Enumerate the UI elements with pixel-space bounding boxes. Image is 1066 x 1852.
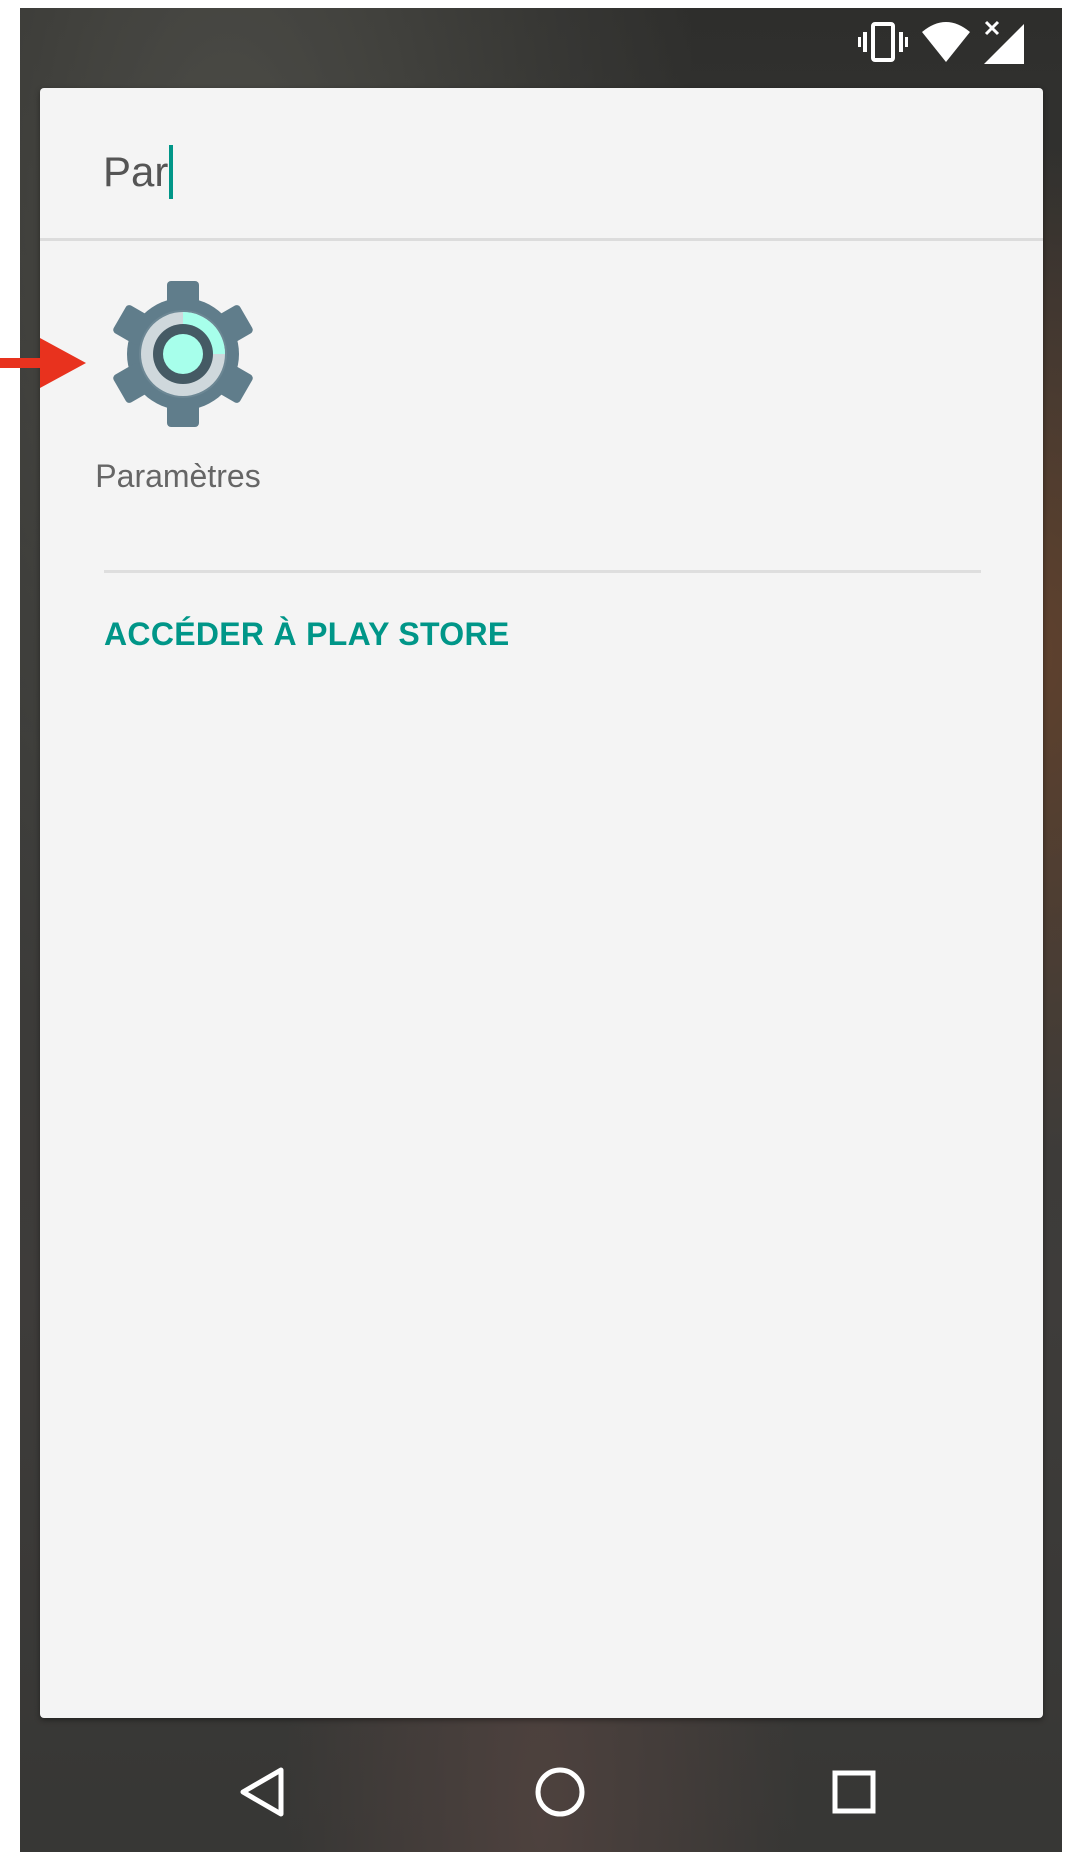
app-label: Paramètres — [95, 458, 261, 494]
wifi-icon — [922, 22, 970, 62]
settings-gear-icon — [113, 281, 253, 427]
results-divider — [104, 570, 981, 573]
status-bar — [20, 8, 1062, 80]
annotation-arrow-icon — [0, 338, 86, 388]
text-cursor — [169, 145, 174, 199]
device-screen: Par Paramètres ACCÉDER À PLAY STORE — [20, 8, 1062, 1852]
search-bar[interactable]: Par — [40, 88, 1043, 238]
search-divider — [40, 238, 1043, 241]
search-input[interactable]: Par — [103, 145, 174, 199]
search-query: Par — [103, 148, 169, 195]
home-icon[interactable] — [520, 1752, 600, 1832]
play-store-link[interactable]: ACCÉDER À PLAY STORE — [104, 616, 510, 653]
signal-no-data-icon — [984, 20, 1024, 64]
app-result-settings[interactable]: Paramètres — [90, 278, 266, 508]
recents-icon[interactable] — [814, 1752, 894, 1832]
navigation-bar — [20, 1732, 1062, 1852]
vibrate-icon — [858, 22, 908, 62]
search-panel: Par Paramètres ACCÉDER À PLAY STORE — [40, 88, 1043, 1718]
back-icon[interactable] — [223, 1752, 303, 1832]
